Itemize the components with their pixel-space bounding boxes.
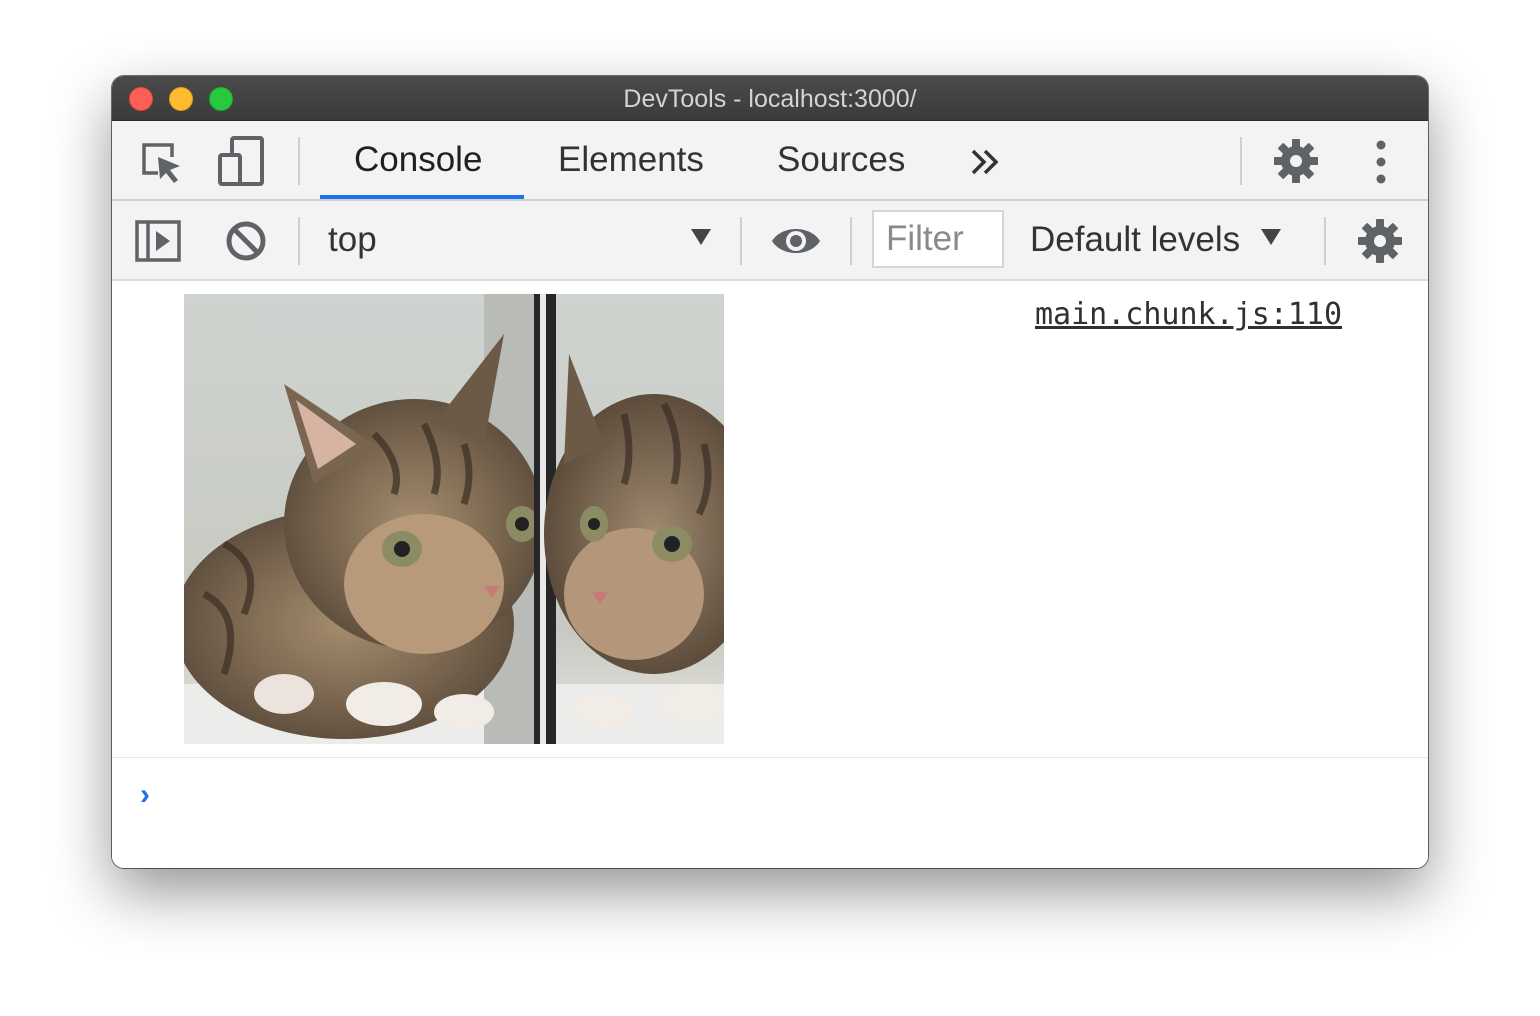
live-expression-eye-icon[interactable] (770, 221, 822, 261)
logged-kitten-image (184, 294, 724, 744)
execution-context-select[interactable]: top (328, 219, 377, 261)
tab-sources[interactable]: Sources (777, 139, 905, 181)
console-message: main.chunk.js:110 (112, 281, 1428, 758)
active-tab-indicator (320, 195, 524, 199)
tab-elements[interactable]: Elements (558, 139, 704, 181)
toolbar-separator (1240, 137, 1242, 185)
toolbar-separator (740, 217, 742, 265)
filter-input[interactable] (874, 212, 994, 266)
settings-gear-icon[interactable] (1272, 137, 1320, 185)
console-settings-gear-icon[interactable] (1356, 217, 1404, 265)
title-bar[interactable]: DevTools - localhost:3000/ (112, 76, 1428, 121)
vertical-ellipsis-icon[interactable] (1372, 139, 1390, 185)
log-levels-dropdown[interactable]: Default levels (1030, 219, 1240, 261)
clear-console-icon[interactable] (224, 219, 268, 263)
window-title: DevTools - localhost:3000/ (623, 85, 917, 113)
inspect-element-icon[interactable] (138, 139, 184, 185)
filter-field[interactable] (872, 210, 1004, 268)
toolbar-separator (298, 137, 300, 185)
chevron-down-icon[interactable] (1260, 227, 1282, 253)
tab-console[interactable]: Console (354, 139, 482, 181)
console-output: main.chunk.js:110 › (112, 281, 1428, 868)
devtools-window: DevTools - localhost:3000/ Console Eleme… (112, 76, 1428, 868)
main-toolbar: Console Elements Sources (112, 121, 1428, 201)
sidebar-toggle-icon[interactable] (134, 219, 182, 263)
toolbar-separator (850, 217, 852, 265)
device-toolbar-icon[interactable] (216, 135, 266, 187)
toolbar-separator (1324, 217, 1326, 265)
console-prompt-icon[interactable]: › (140, 778, 150, 812)
console-toolbar: top Default levels (112, 201, 1428, 281)
chevron-down-icon[interactable] (690, 227, 712, 253)
source-link[interactable]: main.chunk.js:110 (1035, 297, 1342, 333)
toolbar-separator (298, 217, 300, 265)
more-tabs-icon[interactable] (970, 147, 1002, 177)
